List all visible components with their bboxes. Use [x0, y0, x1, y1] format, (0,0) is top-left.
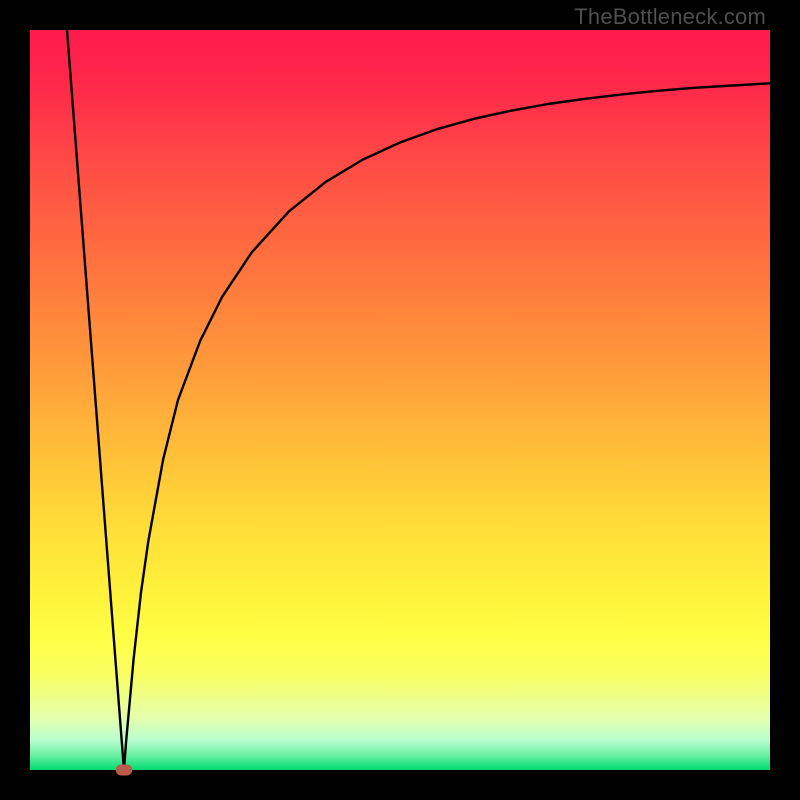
curve-path: [67, 30, 770, 770]
watermark-text: TheBottleneck.com: [574, 4, 766, 30]
bottleneck-curve: [30, 30, 770, 770]
chart-frame: TheBottleneck.com: [0, 0, 800, 800]
notch-marker: [116, 765, 132, 776]
plot-area: [30, 30, 770, 770]
